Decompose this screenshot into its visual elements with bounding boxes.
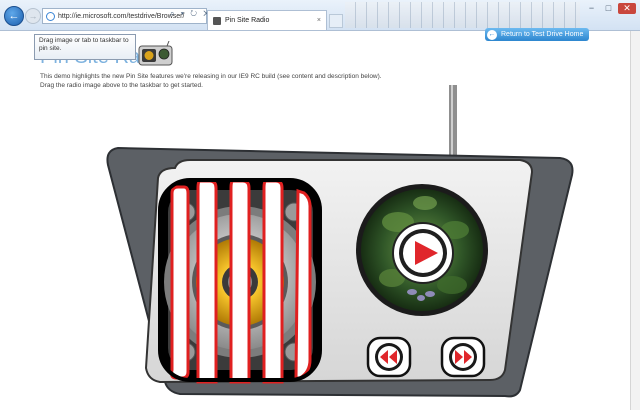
drag-tooltip: Drag image or tab to taskbar to pin site… [34, 34, 136, 60]
scrollbar[interactable] [630, 31, 640, 410]
radio-illustration [106, 85, 574, 398]
grill-bar [229, 179, 251, 384]
play-button[interactable] [392, 222, 454, 284]
grill-bar [196, 179, 218, 384]
grill-bar [262, 179, 284, 384]
fast-forward-button[interactable] [440, 336, 486, 378]
grill-bar [170, 185, 190, 380]
draggable-radio-icon[interactable] [138, 41, 174, 67]
grill-bar [294, 188, 312, 380]
antenna [449, 85, 457, 165]
rewind-button[interactable] [366, 336, 412, 378]
